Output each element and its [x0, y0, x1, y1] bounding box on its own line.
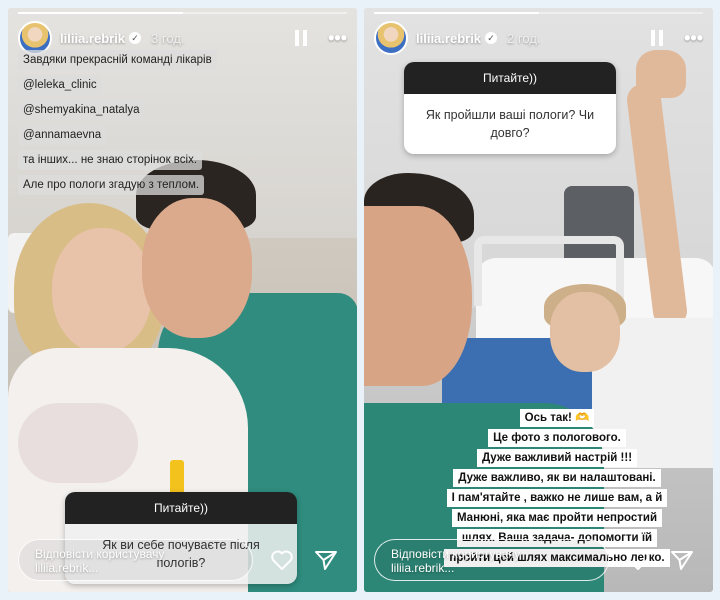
photo-doctor-face [364, 206, 472, 386]
verified-badge-icon: ✓ [129, 32, 142, 44]
more-options-icon[interactable]: ••• [684, 28, 703, 49]
username[interactable]: liliia.rebrik [60, 31, 125, 46]
post-time: 3 год. [151, 30, 185, 46]
username[interactable]: liliia.rebrik [416, 31, 481, 46]
verified-badge-icon: ✓ [485, 32, 498, 44]
question-sticker-text: Як пройшли ваші пологи? Чи довго? [404, 94, 616, 154]
reply-placeholder: Відповісти користувачу [391, 547, 521, 561]
caption-mention[interactable]: @leleka_clinic [18, 75, 102, 95]
reply-handle: liliia.rebrik... [35, 561, 99, 575]
photo-wristband [170, 460, 184, 496]
reply-bar: Відповісти користувачу liliia.rebrik... [374, 538, 703, 582]
photo-hand [636, 50, 686, 98]
pause-icon[interactable] [294, 30, 308, 46]
caption-line: І пам'ятайте , важко не лише вам, а й [446, 489, 668, 507]
caption-line: Ось так! 🫶 [519, 409, 595, 427]
avatar[interactable] [374, 21, 408, 55]
photo-patient-face [550, 292, 620, 372]
reply-handle: liliia.rebrik... [391, 561, 455, 575]
caption-line: Завдяки прекрасній команді лікарів [18, 50, 217, 70]
send-icon[interactable] [669, 547, 695, 573]
heart-icon[interactable] [269, 547, 295, 573]
story-progress-fill [374, 12, 539, 14]
story-progress-bar [374, 12, 703, 14]
photo-doctor-face [142, 198, 252, 338]
caption-line: Дуже важливий настрій !!! [476, 449, 638, 467]
question-sticker[interactable]: Питайте)) Як пройшли ваші пологи? Чи дов… [404, 62, 616, 154]
caption-line: Манюні, яка має пройти непростий [451, 509, 663, 527]
pause-icon[interactable] [650, 30, 664, 46]
heart-icon[interactable] [625, 547, 651, 573]
reply-bar: Відповісти користувачу liliia.rebrik... [18, 538, 347, 582]
post-time: 2 год. [507, 30, 541, 46]
reply-placeholder: Відповісти користувачу [35, 547, 165, 561]
story-progress-fill [18, 12, 183, 14]
caption-line: та інших... не знаю сторінок всіх. [18, 150, 203, 170]
caption-mention[interactable]: @annamaevna [18, 125, 107, 145]
question-sticker-title: Питайте)) [65, 492, 297, 524]
story-progress-bar [18, 12, 347, 14]
story-right[interactable]: liliia.rebrik ✓ 2 год. ••• Питайте)) Як … [364, 8, 713, 592]
story-header: liliia.rebrik ✓ 2 год. ••• [374, 20, 703, 56]
send-icon[interactable] [313, 547, 339, 573]
photo-woman-face [52, 228, 152, 353]
caption-line: Це фото з пологового. [488, 429, 626, 447]
story-left[interactable]: liliia.rebrik ✓ 3 год. ••• Завдяки прекр… [8, 8, 357, 592]
caption-line: Але про пологи згадую з теплом. [18, 175, 205, 195]
question-sticker-title: Питайте)) [404, 62, 616, 94]
reply-input[interactable]: Відповісти користувачу liliia.rebrik... [374, 539, 609, 581]
reply-input[interactable]: Відповісти користувачу liliia.rebrik... [18, 539, 253, 581]
caption-line: Дуже важливо, як ви налаштовані. [453, 469, 661, 487]
more-options-icon[interactable]: ••• [328, 28, 347, 49]
caption-block: Завдяки прекрасній команді лікарів @lele… [18, 50, 318, 200]
caption-mention[interactable]: @shemyakina_natalya [18, 100, 145, 120]
photo-baby [18, 403, 138, 483]
